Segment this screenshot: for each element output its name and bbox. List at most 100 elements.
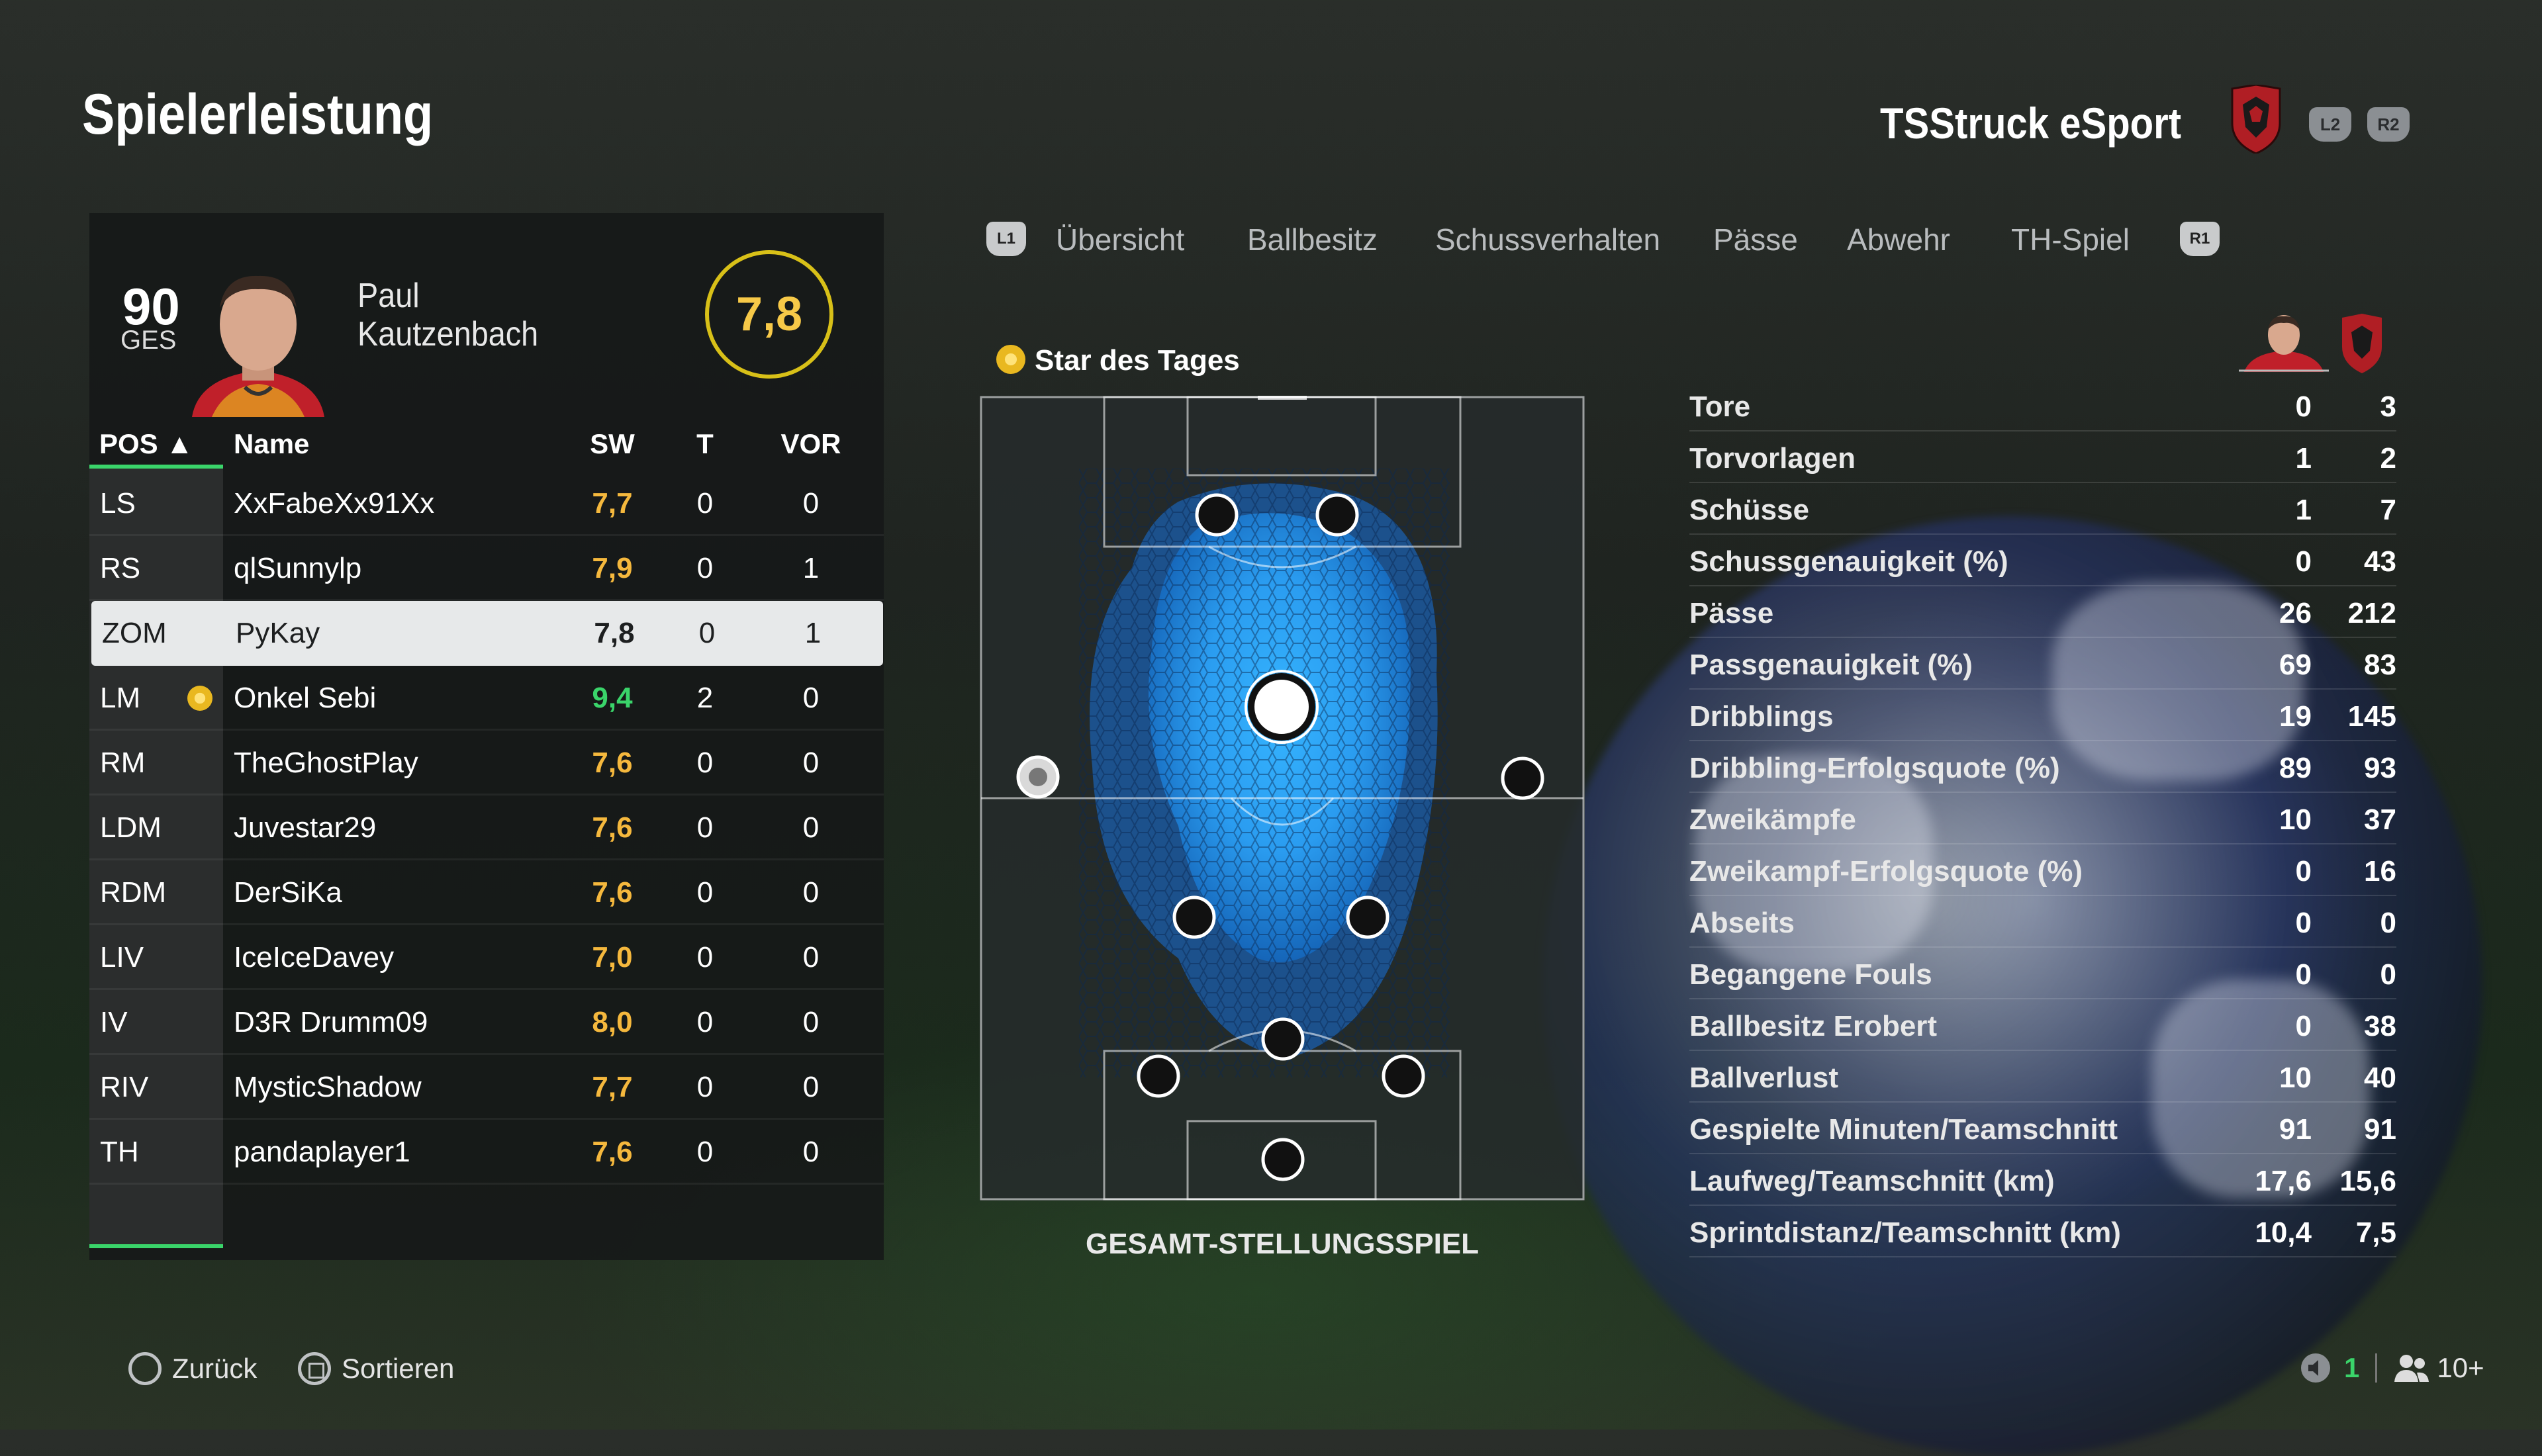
row-rating: 7,8 xyxy=(594,617,635,649)
back-label: Zurück xyxy=(172,1353,258,1384)
players-icon xyxy=(2394,1355,2429,1382)
stat-player-value: 0 xyxy=(2295,855,2312,887)
row-name: D3R Drumm09 xyxy=(234,1006,428,1038)
online-count: 1 xyxy=(2344,1352,2360,1383)
stat-label: Zweikämpfe xyxy=(1689,803,1856,836)
stat-label: Ballbesitz Erobert xyxy=(1689,1010,1938,1042)
tab-ballbesitz[interactable]: Ballbesitz xyxy=(1247,222,1378,257)
row-name: DerSiKa xyxy=(234,876,342,909)
overall-label: GES xyxy=(120,326,177,355)
row-position: RDM xyxy=(100,876,167,909)
player-last-name: Kautzenbach xyxy=(357,315,539,353)
stat-player-value: 10,4 xyxy=(2255,1216,2312,1249)
sort-label: Sortieren xyxy=(342,1353,455,1384)
row-position: LM xyxy=(100,682,141,714)
row-assists: 1 xyxy=(802,552,820,584)
tab-uebersicht[interactable]: Übersicht xyxy=(1056,222,1184,257)
row-position: RS xyxy=(100,552,141,584)
table-row[interactable]: IV D3R Drumm09 8,0 0 0 xyxy=(89,990,884,1055)
row-name: XxFabeXx91Xx xyxy=(234,487,435,520)
stat-row: Gespielte Minuten/Teamschnitt 91 91 xyxy=(1689,1103,2396,1154)
l1-button[interactable]: L1 xyxy=(986,222,1026,256)
row-assists: 0 xyxy=(802,1071,820,1103)
positioning-heatmap xyxy=(980,394,1585,1201)
table-row[interactable]: LS XxFabeXx91Xx 7,7 0 0 xyxy=(89,471,884,536)
row-position: TH xyxy=(100,1136,139,1168)
table-row[interactable]: RM TheGhostPlay 7,6 0 0 xyxy=(89,731,884,796)
row-goals: 0 xyxy=(696,941,714,974)
stat-team-value: 15,6 xyxy=(2339,1165,2396,1197)
footer-divider xyxy=(2375,1353,2378,1383)
r2-button[interactable]: R2 xyxy=(2367,107,2410,142)
row-goals: 2 xyxy=(696,682,714,714)
tab-paesse[interactable]: Pässe xyxy=(1713,222,1798,257)
stat-player-value: 26 xyxy=(2279,597,2312,629)
row-goals: 0 xyxy=(696,487,714,520)
player-mini-avatar xyxy=(2239,315,2329,372)
table-row[interactable]: LDM Juvestar29 7,6 0 0 xyxy=(89,796,884,860)
tab-schussverhalten[interactable]: Schussverhalten xyxy=(1435,222,1660,257)
team-name: TSStruck eSport xyxy=(1879,99,2181,148)
row-goals: 0 xyxy=(696,1071,714,1103)
stat-row: Passgenauigkeit (%) 69 83 xyxy=(1689,638,2396,690)
table-row[interactable]: RS qlSunnylp 7,9 0 1 xyxy=(89,536,884,601)
stat-team-value: 37 xyxy=(2364,803,2396,836)
tab-abwehr[interactable]: Abwehr xyxy=(1847,222,1950,257)
stat-row: Abseits 0 0 xyxy=(1689,896,2396,948)
stat-team-value: 93 xyxy=(2364,752,2396,784)
stat-label: Torvorlagen xyxy=(1689,442,1856,475)
column-header-vor[interactable]: VOR xyxy=(765,421,857,467)
stat-label: Laufweg/Teamschnitt (km) xyxy=(1689,1165,2055,1197)
pitch-graphic xyxy=(980,394,1585,1201)
row-divider xyxy=(89,1183,884,1185)
row-position: RM xyxy=(100,747,146,779)
r1-button[interactable]: R1 xyxy=(2180,222,2220,256)
stat-row: Laufweg/Teamschnitt (km) 17,6 15,6 xyxy=(1689,1154,2396,1206)
stat-team-value: 7 xyxy=(2380,494,2396,526)
row-goals: 0 xyxy=(696,1006,714,1038)
row-position: RIV xyxy=(100,1071,149,1103)
table-row[interactable]: LM Onkel Sebi 9,4 2 0 xyxy=(89,666,884,731)
column-header-t[interactable]: T xyxy=(672,421,738,467)
row-goals: 0 xyxy=(696,876,714,909)
stat-player-value: 0 xyxy=(2295,390,2312,423)
back-hint[interactable]: Zurück xyxy=(128,1352,257,1385)
stat-player-value: 17,6 xyxy=(2255,1165,2312,1197)
table-row[interactable]: ZOM PyKay 7,8 0 1 xyxy=(91,601,883,666)
row-goals: 0 xyxy=(696,552,714,584)
player-first-name: Paul xyxy=(357,277,420,315)
stat-team-value: 83 xyxy=(2364,649,2396,681)
row-name: IceIceDavey xyxy=(234,941,395,974)
stat-row: Pässe 26 212 xyxy=(1689,586,2396,638)
circle-button-icon xyxy=(128,1352,162,1385)
column-header-sw[interactable]: SW xyxy=(566,421,659,467)
row-rating: 7,6 xyxy=(592,811,633,844)
stat-player-value: 1 xyxy=(2295,494,2312,526)
table-row[interactable]: RIV MysticShadow 7,7 0 0 xyxy=(89,1055,884,1120)
player-name: Paul Kautzenbach xyxy=(357,277,538,353)
l2-button[interactable]: L2 xyxy=(2309,107,2351,142)
row-assists: 0 xyxy=(802,1136,820,1168)
row-position: LDM xyxy=(100,811,162,844)
sort-hint[interactable]: Sortieren xyxy=(298,1352,454,1385)
table-row[interactable]: LIV IceIceDavey 7,0 0 0 xyxy=(89,925,884,990)
team-mini-crest-icon xyxy=(2342,314,2382,373)
column-header-pos[interactable]: POS ▲ xyxy=(99,421,193,467)
tab-th-spiel[interactable]: TH-Spiel xyxy=(2011,222,2130,257)
stat-label: Gespielte Minuten/Teamschnitt xyxy=(1689,1113,2118,1146)
row-goals: 0 xyxy=(698,617,716,649)
table-row[interactable]: TH pandaplayer1 7,6 0 0 xyxy=(89,1120,884,1185)
row-goals: 0 xyxy=(696,747,714,779)
table-row[interactable]: RDM DerSiKa 7,6 0 0 xyxy=(89,860,884,925)
column-header-name[interactable]: Name xyxy=(234,421,309,467)
team-crest-icon xyxy=(2231,85,2281,154)
stat-divider xyxy=(1689,1256,2396,1257)
stat-row: Torvorlagen 1 2 xyxy=(1689,432,2396,483)
stat-label: Tore xyxy=(1689,390,1751,423)
row-rating: 8,0 xyxy=(592,1006,633,1038)
row-rating: 7,7 xyxy=(592,1071,633,1103)
footer-status: 1 10+ xyxy=(2300,1352,2484,1384)
row-assists: 0 xyxy=(802,747,820,779)
match-rating-ring: 7,8 xyxy=(705,250,833,379)
row-assists: 0 xyxy=(802,941,820,974)
